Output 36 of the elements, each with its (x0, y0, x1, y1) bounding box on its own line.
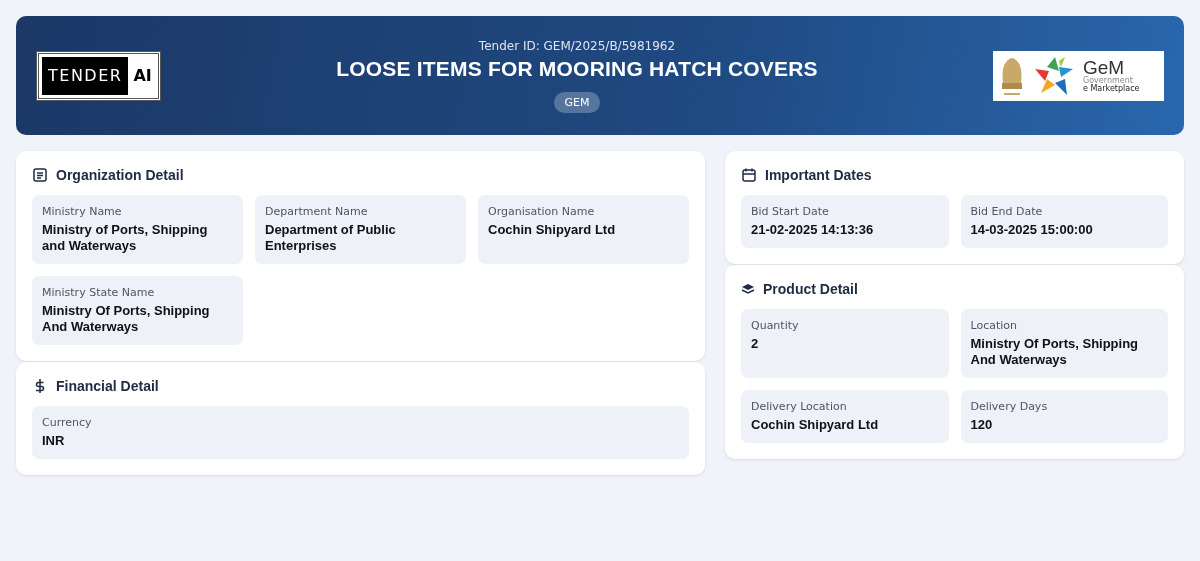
gem-subtitle: e Marketplace (1083, 85, 1140, 93)
card-title: Financial Detail (56, 378, 159, 394)
field-label: Department Name (265, 205, 369, 218)
field-value: Ministry Of Ports, Shipping And Waterways (970, 336, 1140, 368)
field-label: Ministry Name (42, 205, 123, 218)
calendar-icon (741, 167, 757, 183)
layers-icon (741, 283, 755, 295)
field-value: 14-03-2025 15:00:00 (970, 222, 1094, 238)
field-value: Department of Public Enterprises (265, 222, 397, 254)
card-title: Product Detail (763, 281, 858, 297)
field-value: Cochin Shipyard Ltd (488, 222, 617, 238)
gem-name: GeM (1083, 58, 1125, 77)
field-value: INR (42, 433, 66, 449)
field-label: Delivery Location (751, 400, 848, 413)
field-value: 120 (970, 417, 994, 433)
card-title: Organization Detail (56, 167, 184, 183)
field-value: 21-02-2025 14:13:36 (751, 222, 875, 238)
source-badge: GEM (553, 91, 601, 113)
field-value: Ministry of Ports, Shipping and Waterways (42, 222, 209, 254)
field-value: Cochin Shipyard Ltd (751, 417, 880, 433)
field-value: 2 (751, 336, 760, 352)
field-label: Quantity (751, 319, 800, 332)
field-value: Ministry Of Ports, Shipping And Waterways (42, 303, 211, 335)
list-icon (32, 167, 48, 183)
field-label: Organisation Name (488, 205, 596, 218)
card-title: Important Dates (765, 167, 872, 183)
field-label: Currency (42, 416, 93, 429)
tender-title: LOOSE ITEMS FOR MOORING HATCH COVERS (336, 56, 818, 81)
tender-id: Tender ID: GEM/2025/B/5981962 (478, 38, 676, 53)
field-label: Bid Start Date (751, 205, 830, 218)
field-label: Bid End Date (970, 205, 1044, 218)
field-label: Ministry State Name (42, 286, 156, 299)
gem-subtitle: Government (1083, 77, 1133, 85)
tender-ai-logo: TENDER AI (36, 50, 161, 101)
field-label: Delivery Days (970, 400, 1049, 413)
field-label: Location (970, 319, 1019, 332)
